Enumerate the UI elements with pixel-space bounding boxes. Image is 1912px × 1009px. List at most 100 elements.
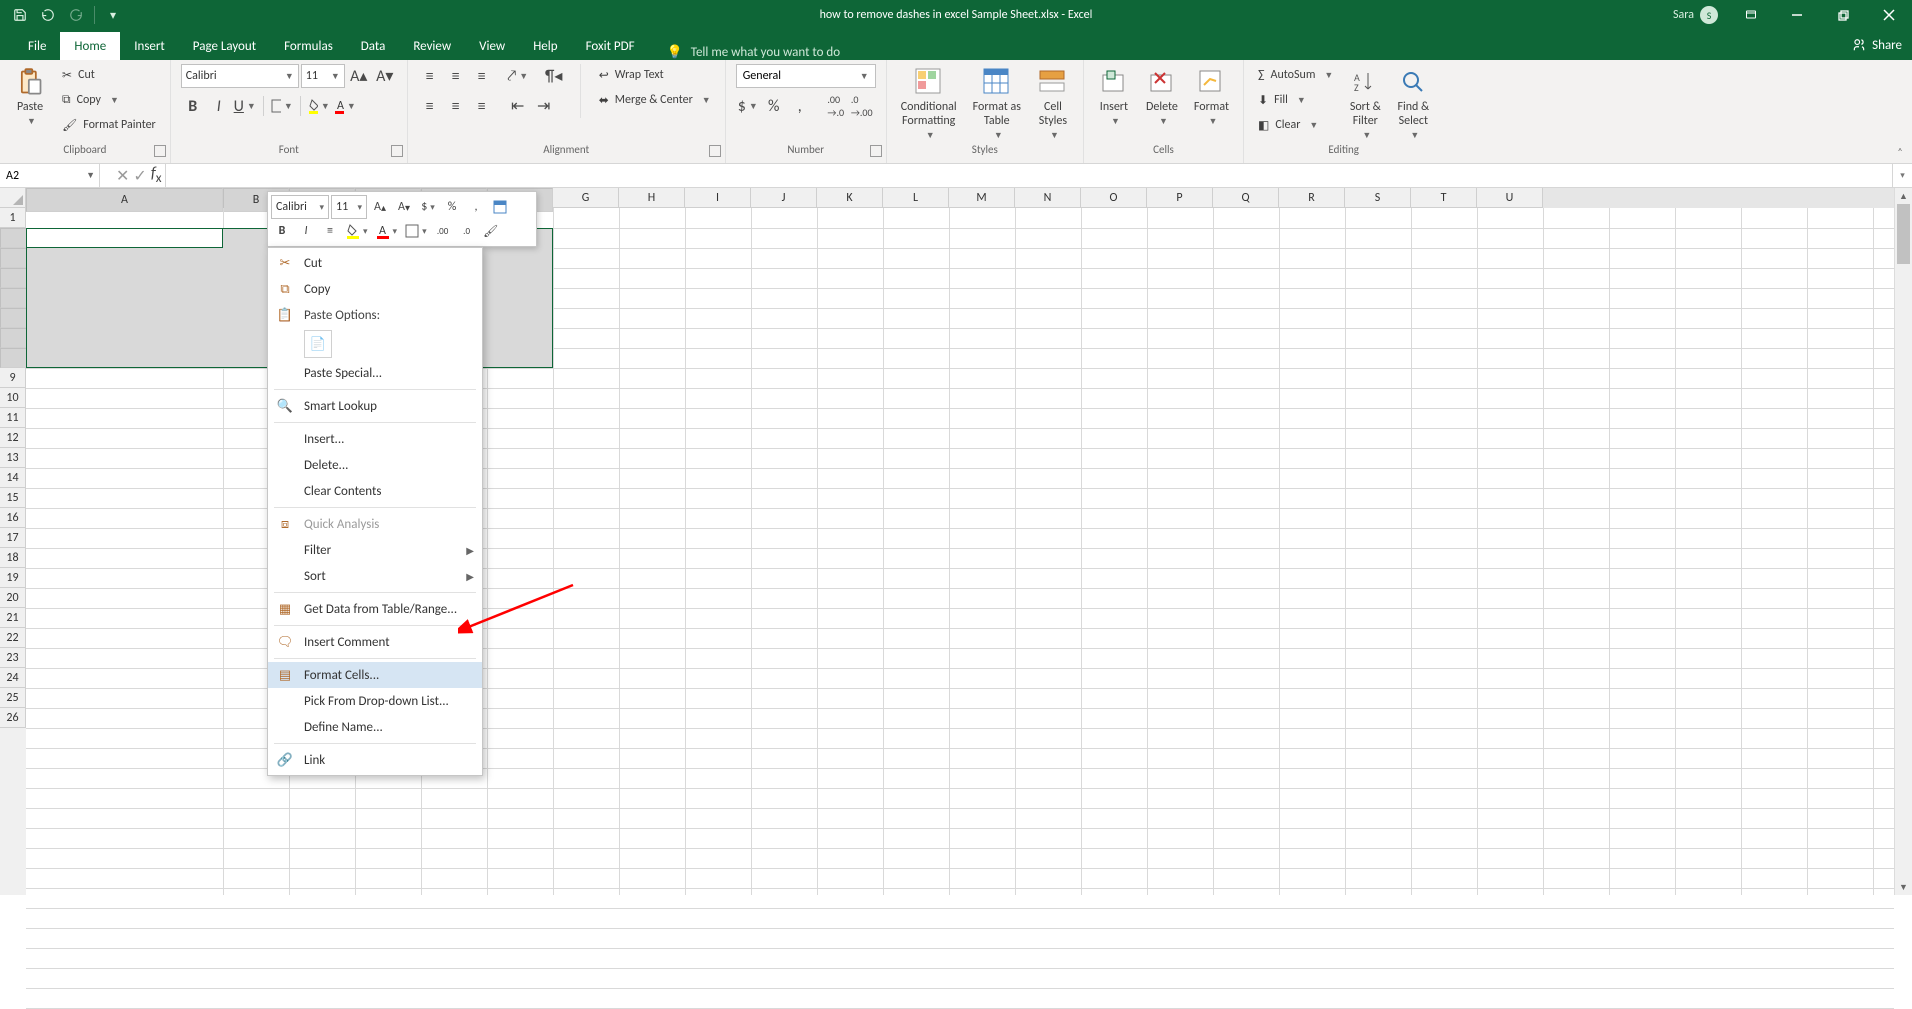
column-header[interactable]: R (1279, 188, 1345, 208)
redo-icon[interactable] (64, 3, 88, 27)
name-box[interactable]: A2▼ (0, 164, 100, 187)
mini-percent-icon[interactable]: % (441, 196, 463, 218)
mini-fill-color-button[interactable]: ▾ (343, 220, 371, 242)
paste-button[interactable]: Paste ▼ (10, 64, 50, 129)
ctx-cut[interactable]: ✂Cut (268, 250, 482, 276)
mini-borders-button[interactable]: ▾ (402, 220, 430, 242)
save-icon[interactable] (8, 3, 32, 27)
mini-comma-icon[interactable]: , (465, 196, 487, 218)
row-header[interactable]: 9 (0, 368, 26, 388)
orientation-button[interactable]: ⤤▼ (506, 64, 530, 88)
increase-indent-icon[interactable]: ⇥ (532, 94, 556, 118)
fx-icon[interactable]: fx (151, 164, 162, 186)
increase-font-icon[interactable]: A▴ (347, 64, 371, 88)
column-header[interactable]: K (817, 188, 883, 208)
mini-italic-button[interactable]: I (295, 220, 317, 242)
column-header[interactable]: M (949, 188, 1015, 208)
accounting-format-button[interactable]: $▼ (736, 94, 760, 118)
font-color-button[interactable]: A▼ (333, 94, 357, 118)
expand-formula-bar-icon[interactable]: ▾ (1892, 164, 1912, 187)
tell-me-search[interactable]: 💡 Tell me what you want to do (667, 45, 841, 60)
font-size-combo[interactable]: 11▼ (301, 64, 345, 88)
select-all-button[interactable] (0, 188, 26, 208)
mini-decrease-decimal-icon[interactable]: .0 (456, 220, 478, 242)
maximize-button[interactable] (1820, 0, 1866, 30)
format-cells-button[interactable]: Format▼ (1190, 64, 1233, 129)
tab-file[interactable]: File (14, 32, 60, 60)
enter-formula-icon[interactable]: ✓ (133, 166, 146, 186)
scrollbar-thumb[interactable] (1897, 204, 1910, 264)
row-header[interactable]: 22 (0, 628, 26, 648)
scroll-up-icon[interactable]: ▲ (1895, 188, 1912, 204)
comma-style-button[interactable]: , (788, 94, 812, 118)
ctx-insert-comment[interactable]: 🗨Insert Comment (268, 629, 482, 655)
fill-button[interactable]: ⬇Fill▼ (1254, 89, 1337, 111)
ctx-insert[interactable]: Insert... (268, 426, 482, 452)
row-header[interactable]: 1 (0, 208, 26, 228)
cell-styles-button[interactable]: Cell Styles▼ (1033, 64, 1073, 143)
dialog-launcher-icon[interactable] (709, 145, 721, 157)
minimize-button[interactable] (1774, 0, 1820, 30)
column-header[interactable]: I (685, 188, 751, 208)
mini-accounting-icon[interactable]: $▾ (417, 196, 439, 218)
row-header[interactable]: 13 (0, 448, 26, 468)
mini-increase-font-icon[interactable]: A▴ (369, 196, 391, 218)
row-header[interactable]: 16 (0, 508, 26, 528)
format-as-table-button[interactable]: Format as Table▼ (969, 64, 1025, 143)
ctx-format-cells[interactable]: ▤Format Cells... (268, 662, 482, 688)
row-header[interactable]: 17 (0, 528, 26, 548)
mini-size-combo[interactable]: 11▾ (331, 195, 367, 219)
row-header[interactable]: 10 (0, 388, 26, 408)
column-header[interactable]: G (553, 188, 619, 208)
row-header[interactable]: 20 (0, 588, 26, 608)
column-header[interactable]: O (1081, 188, 1147, 208)
percent-button[interactable]: % (762, 94, 786, 118)
font-name-combo[interactable]: Calibri▼ (181, 64, 299, 88)
tab-formulas[interactable]: Formulas (270, 32, 347, 60)
column-header[interactable]: U (1477, 188, 1543, 208)
fill-color-button[interactable]: ▼ (307, 94, 331, 118)
decrease-indent-icon[interactable]: ⇤ (506, 94, 530, 118)
tab-foxit-pdf[interactable]: Foxit PDF (572, 32, 649, 60)
dialog-launcher-icon[interactable] (870, 145, 882, 157)
ctx-delete[interactable]: Delete... (268, 452, 482, 478)
find-select-button[interactable]: Find & Select▼ (1393, 64, 1433, 143)
row-header[interactable]: 26 (0, 708, 26, 728)
tab-data[interactable]: Data (347, 32, 400, 60)
column-header[interactable]: N (1015, 188, 1081, 208)
ctx-copy[interactable]: ⧉Copy (268, 276, 482, 302)
scroll-down-icon[interactable]: ▼ (1895, 879, 1912, 895)
mini-decrease-font-icon[interactable]: A▾ (393, 196, 415, 218)
ctx-filter[interactable]: Filter▶ (268, 537, 482, 563)
borders-button[interactable]: ▼ (270, 94, 294, 118)
format-painter-button[interactable]: 🖌Format Painter (58, 114, 160, 136)
delete-cells-button[interactable]: Delete▼ (1142, 64, 1182, 129)
cancel-formula-icon[interactable]: ✕ (116, 166, 129, 186)
tab-view[interactable]: View (465, 32, 519, 60)
ctx-link[interactable]: 🔗Link (268, 747, 482, 773)
row-header[interactable]: 19 (0, 568, 26, 588)
tab-insert[interactable]: Insert (120, 32, 179, 60)
row-header[interactable]: 11 (0, 408, 26, 428)
ctx-define-name[interactable]: Define Name... (268, 714, 482, 740)
align-middle-icon[interactable]: ≡ (444, 64, 468, 88)
rtl-button[interactable]: ¶◂ (542, 64, 566, 88)
ctx-clear-contents[interactable]: Clear Contents (268, 478, 482, 504)
collapse-ribbon-icon[interactable]: ˄ (1892, 143, 1908, 159)
qat-customize-icon[interactable]: ▾ (101, 3, 125, 27)
mini-format-painter-icon[interactable]: 🖌 (480, 220, 502, 242)
underline-button[interactable]: U▼ (233, 94, 257, 118)
ctx-paste-special[interactable]: Paste Special... (268, 360, 482, 386)
increase-decimal-icon[interactable]: .00→.0 (824, 94, 848, 118)
tab-page-layout[interactable]: Page Layout (179, 32, 270, 60)
column-header[interactable]: S (1345, 188, 1411, 208)
cut-button[interactable]: ✂Cut (58, 64, 160, 86)
row-header[interactable]: 24 (0, 668, 26, 688)
mini-font-combo[interactable]: Calibri▾ (271, 195, 329, 219)
vertical-scrollbar[interactable]: ▲ ▼ (1894, 188, 1912, 895)
mini-align-icon[interactable]: ≡ (319, 220, 341, 242)
align-top-icon[interactable]: ≡ (418, 64, 442, 88)
mini-font-color-button[interactable]: A▾ (373, 220, 401, 242)
ctx-pick-from-list[interactable]: Pick From Drop-down List... (268, 688, 482, 714)
insert-cells-button[interactable]: Insert▼ (1094, 64, 1134, 129)
